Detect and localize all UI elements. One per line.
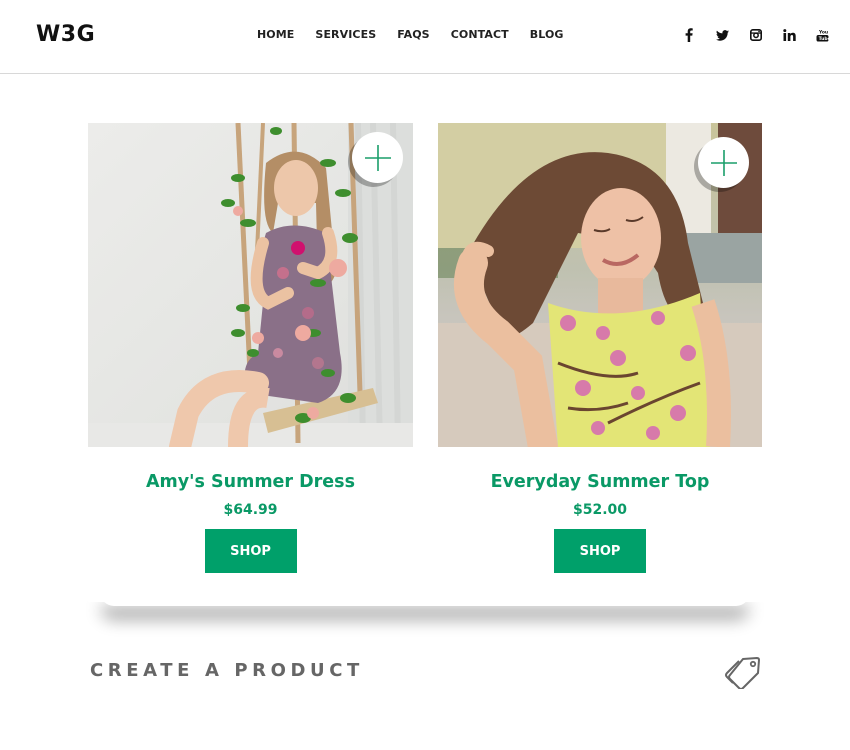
price-tag-icon[interactable] <box>721 655 763 694</box>
plus-icon <box>364 144 391 171</box>
nav-faqs[interactable]: FAQS <box>397 28 429 41</box>
nav-contact[interactable]: CONTACT <box>451 28 509 41</box>
add-to-wishlist-button[interactable] <box>352 132 403 183</box>
nav-blog[interactable]: BLOG <box>530 28 564 41</box>
nav-home[interactable]: HOME <box>257 28 294 41</box>
plus-icon <box>710 149 737 176</box>
create-product-heading[interactable]: CREATE A PRODUCT <box>90 660 364 681</box>
social-links: YouTube <box>672 25 840 45</box>
main-nav: HOME SERVICES FAQS CONTACT BLOG <box>257 28 585 41</box>
linkedin-icon[interactable] <box>773 25 807 45</box>
twitter-icon[interactable] <box>706 25 740 45</box>
product-price: $52.00 <box>572 502 628 518</box>
facebook-icon[interactable] <box>672 25 706 45</box>
svg-text:Tube: Tube <box>819 36 829 42</box>
youtube-icon[interactable]: YouTube <box>806 25 840 45</box>
product-price: $64.99 <box>223 502 278 518</box>
product-card: Amy's Summer Dress $64.99 SHOP <box>88 123 413 573</box>
logo[interactable]: W3G <box>36 22 95 47</box>
product-image[interactable] <box>88 123 413 447</box>
shop-button[interactable]: SHOP <box>554 529 646 573</box>
instagram-icon[interactable] <box>739 25 773 45</box>
site-header: W3G HOME SERVICES FAQS CONTACT BLOG You T… <box>0 0 850 74</box>
product-card: Everyday Summer Top $52.00 SHOP <box>438 123 762 573</box>
shop-button[interactable]: SHOP <box>204 529 297 573</box>
product-name[interactable]: Amy's Summer Dress <box>88 472 413 492</box>
product-image[interactable] <box>438 123 762 447</box>
product-name[interactable]: Everyday Summer Top <box>438 472 762 492</box>
nav-services[interactable]: SERVICES <box>315 28 376 41</box>
svg-text:You: You <box>818 29 828 35</box>
add-to-wishlist-button[interactable] <box>698 137 749 188</box>
